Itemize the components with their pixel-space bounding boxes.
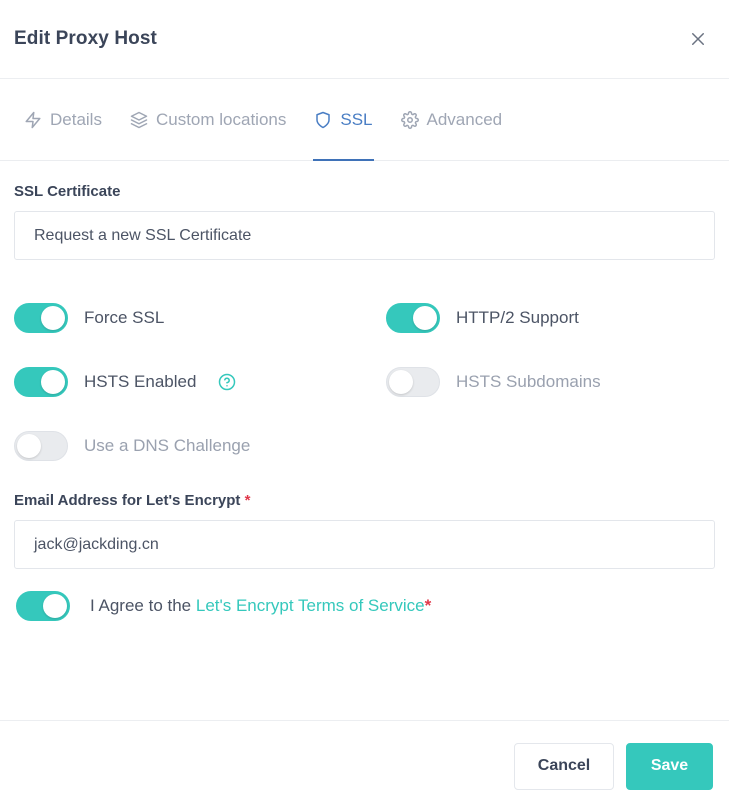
hsts-enabled-label: HSTS Enabled (84, 372, 197, 391)
email-value: jack@jackding.cn (34, 535, 159, 553)
email-label-text: Email Address for Let's Encrypt (14, 492, 241, 509)
toggle-knob (41, 370, 65, 394)
lets-encrypt-terms-link[interactable]: Let's Encrypt Terms of Service (196, 596, 425, 615)
tab-custom-locations-label: Custom locations (155, 109, 287, 129)
ssl-certificate-value: Request a new SSL Certificate (34, 226, 252, 244)
dns-challenge-label: Use a DNS Challenge (84, 436, 251, 455)
edit-proxy-host-modal: Edit Proxy Host Details Custom locations… (0, 0, 729, 811)
hsts-subdomains-label: HSTS Subdomains (456, 372, 601, 391)
http2-support-toggle[interactable] (386, 303, 440, 333)
layers-icon (130, 111, 148, 129)
gear-icon (400, 110, 419, 129)
tab-details-label: Details (50, 109, 102, 129)
tab-ssl[interactable]: SSL (300, 79, 386, 161)
toggle-row-hsts-enabled: HSTS Enabled (14, 350, 386, 414)
hsts-subdomains-toggle[interactable] (386, 367, 440, 397)
email-field[interactable]: jack@jackding.cn (14, 520, 715, 569)
tab-details[interactable]: Details (10, 79, 116, 160)
tab-advanced-label: Advanced (426, 109, 503, 129)
agree-required-marker: * (424, 596, 432, 615)
toggle-knob (17, 434, 41, 458)
force-ssl-label: Force SSL (84, 308, 165, 327)
modal-body: SSL Certificate Request a new SSL Certif… (0, 161, 729, 621)
modal-footer: Cancel Save (0, 720, 729, 811)
hsts-enabled-toggle[interactable] (14, 367, 68, 397)
shield-icon (314, 111, 332, 129)
tab-ssl-label: SSL (340, 109, 373, 129)
agree-row: I Agree to the Let's Encrypt Terms of Se… (14, 591, 715, 621)
toggle-row-hsts-subdomains: HSTS Subdomains (386, 350, 715, 414)
toggle-knob (389, 370, 413, 394)
dns-challenge-toggle[interactable] (14, 431, 68, 461)
toggle-grid: Force SSL HTTP/2 Support HSTS Enabled HS… (14, 286, 715, 414)
force-ssl-toggle[interactable] (14, 303, 68, 333)
tab-bar: Details Custom locations SSL Advanced (0, 79, 729, 161)
help-circle-icon[interactable] (218, 373, 236, 391)
ssl-certificate-label: SSL Certificate (14, 183, 121, 200)
ssl-certificate-select[interactable]: Request a new SSL Certificate (14, 211, 715, 260)
close-icon[interactable] (683, 24, 713, 54)
agree-text: I Agree to the Let's Encrypt Terms of Se… (90, 596, 431, 616)
toggle-row-dns-challenge: Use a DNS Challenge (14, 414, 715, 478)
tab-advanced[interactable]: Advanced (387, 79, 517, 160)
page-title: Edit Proxy Host (14, 28, 157, 49)
save-button[interactable]: Save (626, 742, 713, 790)
toggle-knob (413, 306, 437, 330)
tab-custom-locations[interactable]: Custom locations (116, 79, 300, 160)
toggle-knob (41, 306, 65, 330)
toggle-row-force-ssl: Force SSL (14, 286, 386, 350)
toggle-row-http2-support: HTTP/2 Support (386, 286, 715, 350)
modal-header: Edit Proxy Host (0, 0, 729, 79)
zap-icon (24, 111, 42, 129)
agree-prefix: I Agree to the (90, 596, 196, 615)
email-required-marker: * (244, 492, 251, 509)
http2-support-label: HTTP/2 Support (456, 308, 579, 327)
toggle-knob (43, 594, 67, 618)
agree-terms-toggle[interactable] (16, 591, 70, 621)
email-block: Email Address for Let's Encrypt * jack@j… (14, 492, 715, 569)
email-label: Email Address for Let's Encrypt * (14, 492, 715, 509)
cancel-button[interactable]: Cancel (514, 742, 614, 790)
